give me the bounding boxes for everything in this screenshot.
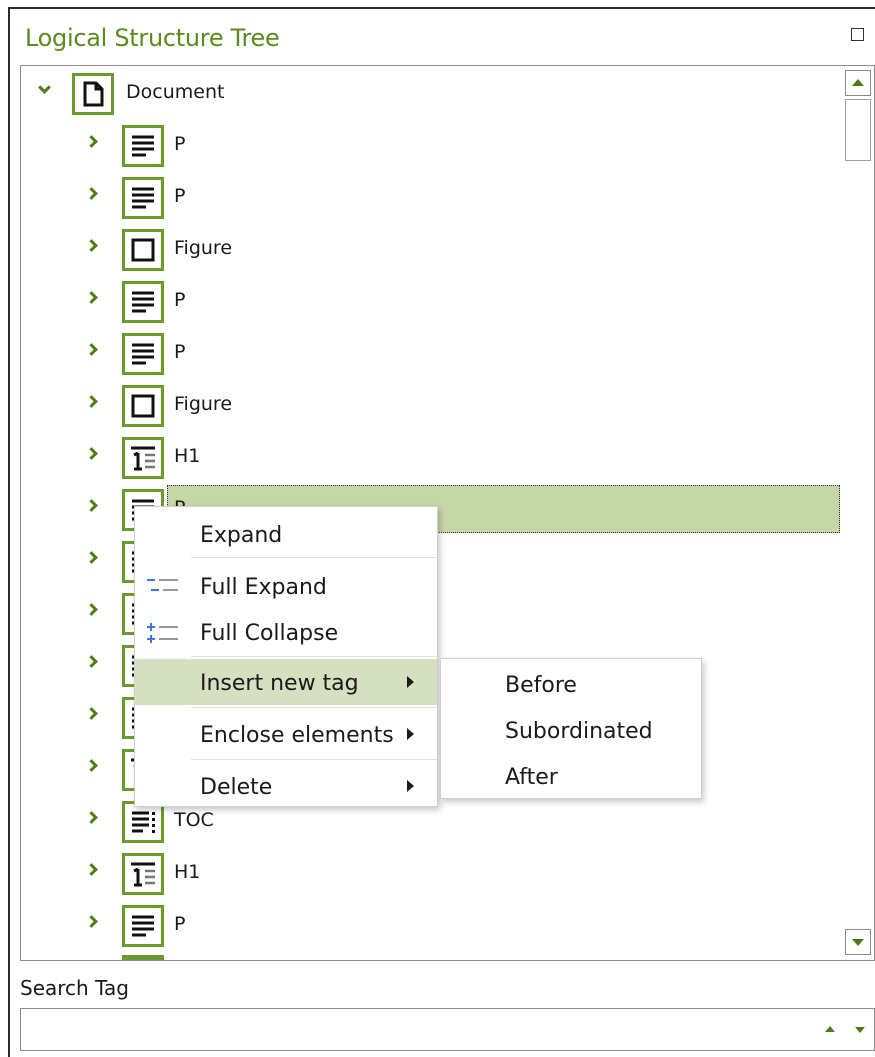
- maximize-icon[interactable]: [851, 28, 864, 41]
- arrow-up-icon: [852, 79, 864, 86]
- menu-item-enclose-elements[interactable]: Enclose elements: [135, 711, 437, 757]
- submenu-item-subordinated[interactable]: Subordinated: [505, 719, 653, 744]
- tree-row[interactable]: P: [84, 905, 384, 947]
- menu-item-label: Enclose elements: [200, 723, 394, 748]
- menu-item-full-expand[interactable]: Full Expand: [135, 563, 437, 609]
- menu-item-insert-new-tag[interactable]: Insert new tag: [135, 659, 437, 705]
- tree-row[interactable]: P: [84, 281, 384, 323]
- scroll-up-button[interactable]: [845, 70, 871, 96]
- search-next-icon[interactable]: [855, 1027, 865, 1033]
- submenu-item-before[interactable]: Before: [505, 673, 577, 698]
- menu-item-expand[interactable]: Expand: [135, 511, 437, 557]
- chevron-right-icon[interactable]: [85, 343, 98, 356]
- window-frame-top: [8, 7, 875, 9]
- full-expand-icon: [145, 575, 179, 602]
- paragraph-tag-icon: [122, 125, 164, 167]
- tree-row[interactable]: P: [84, 177, 384, 219]
- menu-item-label: Delete: [200, 775, 273, 800]
- tree-row[interactable]: P: [84, 125, 384, 167]
- tree-row[interactable]: H1: [84, 437, 384, 479]
- submenu-arrow-icon: [407, 676, 414, 688]
- paragraph-tag-icon: [122, 177, 164, 219]
- menu-item-label: Full Expand: [200, 575, 327, 600]
- paragraph-tag-icon: [122, 281, 164, 323]
- chevron-right-icon[interactable]: [85, 655, 98, 668]
- tree-row[interactable]: Figure: [84, 385, 384, 427]
- chevron-right-icon[interactable]: [85, 759, 98, 772]
- chevron-right-icon[interactable]: [85, 863, 98, 876]
- document-icon: [72, 73, 114, 115]
- tree-row-partial: [122, 955, 164, 960]
- tree-row[interactable]: H1: [84, 853, 384, 895]
- search-tag-input[interactable]: [27, 1015, 811, 1045]
- figure-tag-icon: [122, 229, 164, 271]
- heading-tag-icon: [122, 437, 164, 479]
- window-frame-left: [8, 7, 10, 1057]
- tree-row-root[interactable]: Document: [30, 73, 330, 115]
- chevron-right-icon[interactable]: [85, 447, 98, 460]
- chevron-right-icon[interactable]: [85, 135, 98, 148]
- search-previous-icon[interactable]: [825, 1026, 835, 1032]
- chevron-down-icon[interactable]: [38, 81, 51, 94]
- tree-row-label: Figure: [174, 237, 233, 259]
- menu-separator: [191, 759, 437, 760]
- scrollbar-thumb[interactable]: [845, 99, 871, 161]
- chevron-right-icon[interactable]: [85, 707, 98, 720]
- panel-title: Logical Structure Tree: [25, 24, 280, 52]
- paragraph-tag-icon: [122, 905, 164, 947]
- submenu-item-after[interactable]: After: [505, 765, 558, 790]
- chevron-right-icon[interactable]: [85, 551, 98, 564]
- submenu-arrow-icon: [407, 780, 414, 792]
- search-tag-box[interactable]: [20, 1008, 875, 1051]
- tree-row-label: TOC: [174, 809, 214, 831]
- chevron-right-icon[interactable]: [85, 187, 98, 200]
- chevron-right-icon[interactable]: [85, 499, 98, 512]
- insert-tag-submenu: Before Subordinated After: [440, 658, 702, 799]
- paragraph-tag-icon: [122, 333, 164, 375]
- tree-row-label: Figure: [174, 393, 233, 415]
- menu-item-full-collapse[interactable]: Full Collapse: [135, 609, 437, 655]
- tree-row[interactable]: P: [84, 333, 384, 375]
- chevron-right-icon[interactable]: [85, 395, 98, 408]
- menu-item-label: Insert new tag: [200, 671, 359, 696]
- figure-tag-icon: [122, 385, 164, 427]
- heading-tag-icon: [122, 853, 164, 895]
- scroll-down-button[interactable]: [845, 929, 871, 955]
- tree-row-label: Document: [126, 81, 225, 103]
- tree-row-label: P: [174, 133, 186, 155]
- chevron-right-icon[interactable]: [85, 915, 98, 928]
- menu-item-label: Full Collapse: [200, 621, 339, 646]
- chevron-right-icon[interactable]: [85, 291, 98, 304]
- submenu-arrow-icon: [407, 728, 414, 740]
- tree-row-label: P: [174, 341, 186, 363]
- menu-separator: [191, 557, 437, 558]
- tree-row-label: H1: [174, 445, 201, 467]
- menu-separator: [191, 656, 437, 657]
- chevron-right-icon[interactable]: [85, 811, 98, 824]
- tree-row[interactable]: Figure: [84, 229, 384, 271]
- menu-separator: [191, 707, 437, 708]
- tree-row-label: H1: [174, 861, 201, 883]
- chevron-right-icon[interactable]: [85, 239, 98, 252]
- arrow-down-icon: [852, 939, 864, 946]
- search-tag-label: Search Tag: [20, 976, 129, 1000]
- chevron-right-icon[interactable]: [85, 603, 98, 616]
- full-collapse-icon: [145, 621, 179, 650]
- tree-row-label: P: [174, 289, 186, 311]
- menu-item-delete[interactable]: Delete: [135, 763, 437, 809]
- menu-item-label: Expand: [200, 523, 283, 548]
- vertical-scrollbar[interactable]: [843, 68, 873, 959]
- tree-row-label: P: [174, 185, 186, 207]
- tree-row-label: P: [174, 913, 186, 935]
- context-menu: Expand Full Expand Full Collapse Insert …: [134, 506, 438, 807]
